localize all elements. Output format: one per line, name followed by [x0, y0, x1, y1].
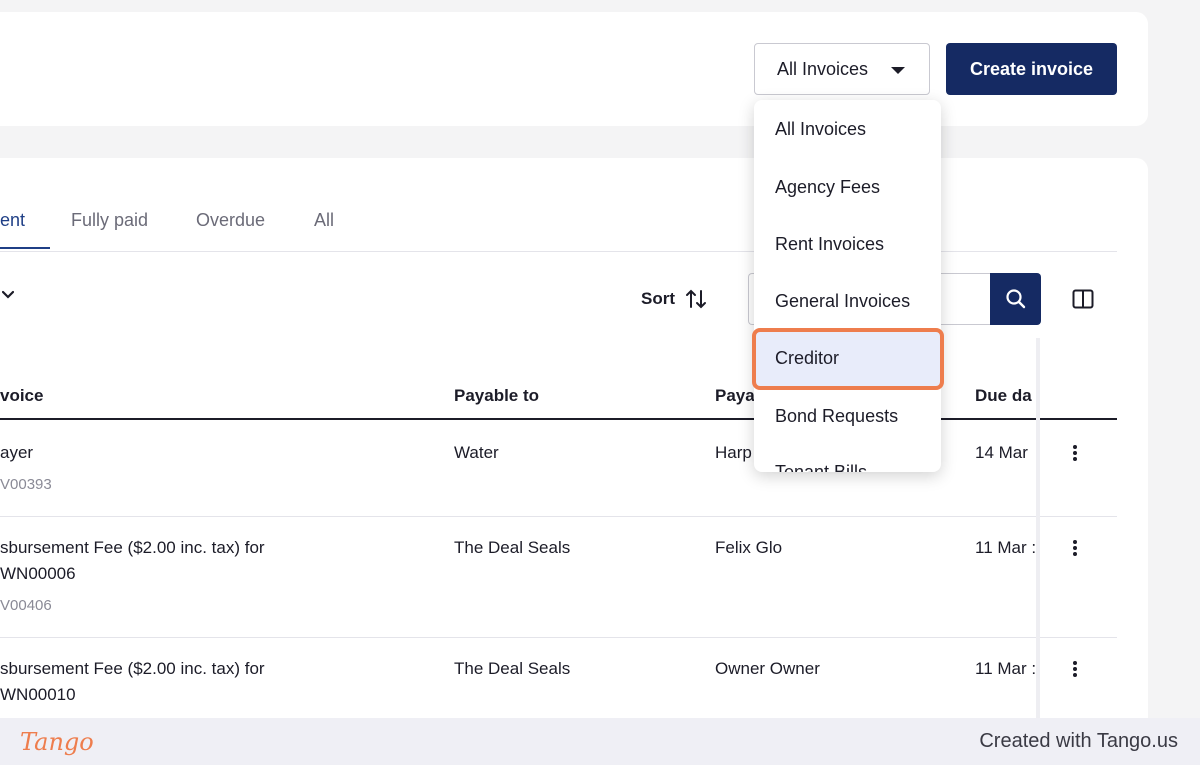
- row-divider: [0, 516, 1117, 517]
- create-invoice-button[interactable]: Create invoice: [946, 43, 1117, 95]
- caret-down-icon: [891, 67, 905, 74]
- invoice-title-line2[interactable]: WN00010: [0, 682, 76, 708]
- sticky-column-shadow: [1036, 338, 1040, 738]
- menu-item-creditor[interactable]: Creditor: [752, 328, 944, 390]
- table-header-divider: [0, 418, 1117, 420]
- menu-item-tenant-bills[interactable]: Tenant Bills: [775, 462, 867, 472]
- menu-item-agency-fees[interactable]: Agency Fees: [775, 177, 880, 198]
- invoice-tabs: ent Fully paid Overdue All: [0, 210, 1117, 252]
- menu-item-all-invoices[interactable]: All Invoices: [775, 119, 866, 140]
- invoice-filter-dropdown[interactable]: All Invoices: [754, 43, 930, 95]
- column-header-due-date[interactable]: Due da: [975, 386, 1032, 406]
- invoice-filter-value: All Invoices: [777, 58, 869, 79]
- tab-all[interactable]: All: [314, 210, 334, 250]
- footer-credit: Created with Tango.us: [979, 730, 1178, 752]
- invoice-ref: V00393: [0, 476, 52, 493]
- invoice-ref: V00406: [0, 597, 52, 614]
- column-header-invoice[interactable]: voice: [0, 386, 43, 406]
- menu-item-general-invoices[interactable]: General Invoices: [775, 291, 910, 312]
- invoice-title[interactable]: ayer: [0, 440, 33, 466]
- row-actions-icon[interactable]: [1070, 443, 1080, 463]
- menu-item-creditor-label: Creditor: [775, 348, 840, 368]
- columns-icon[interactable]: [1072, 289, 1094, 309]
- column-header-payable-to[interactable]: Payable to: [454, 386, 539, 406]
- payable-to: The Deal Seals: [454, 538, 571, 557]
- chevron-down-icon[interactable]: [2, 289, 14, 301]
- sort-label: Sort: [641, 289, 675, 308]
- sort-button[interactable]: Sort: [641, 289, 707, 309]
- due-date: 14 Mar: [975, 443, 1028, 462]
- payer: Felix Glo: [715, 538, 783, 557]
- invoice-title[interactable]: sbursement Fee ($2.00 inc. tax) for: [0, 535, 265, 561]
- tango-logo: Tango: [20, 728, 94, 756]
- search-button[interactable]: [990, 273, 1041, 325]
- invoice-filter-menu: All Invoices Agency Fees Rent Invoices G…: [754, 100, 941, 472]
- tab-fully-paid[interactable]: Fully paid: [71, 210, 148, 250]
- payable-to: Water: [454, 443, 499, 462]
- menu-item-bond-requests[interactable]: Bond Requests: [775, 406, 898, 427]
- row-actions-icon[interactable]: [1070, 659, 1080, 679]
- menu-item-rent-invoices[interactable]: Rent Invoices: [775, 234, 884, 255]
- payer: Owner Owner: [715, 659, 820, 678]
- tab-current[interactable]: ent: [0, 210, 25, 250]
- invoices-panel: ent Fully paid Overdue All Sort voice Pa…: [0, 158, 1148, 738]
- sort-arrows-icon: [686, 289, 706, 309]
- due-date: 11 Mar :: [975, 538, 1037, 557]
- row-actions-icon[interactable]: [1070, 538, 1080, 558]
- payable-to: The Deal Seals: [454, 659, 571, 678]
- invoice-title-line2[interactable]: WN00006: [0, 561, 76, 587]
- active-tab-indicator: [0, 247, 50, 249]
- invoice-title[interactable]: sbursement Fee ($2.00 inc. tax) for: [0, 656, 265, 682]
- tab-overdue[interactable]: Overdue: [196, 210, 265, 250]
- column-header-payer[interactable]: Paya: [715, 386, 755, 406]
- row-divider: [0, 637, 1117, 638]
- due-date: 11 Mar :: [975, 659, 1037, 678]
- search-icon: [1005, 289, 1025, 309]
- payer: Harp: [715, 443, 752, 462]
